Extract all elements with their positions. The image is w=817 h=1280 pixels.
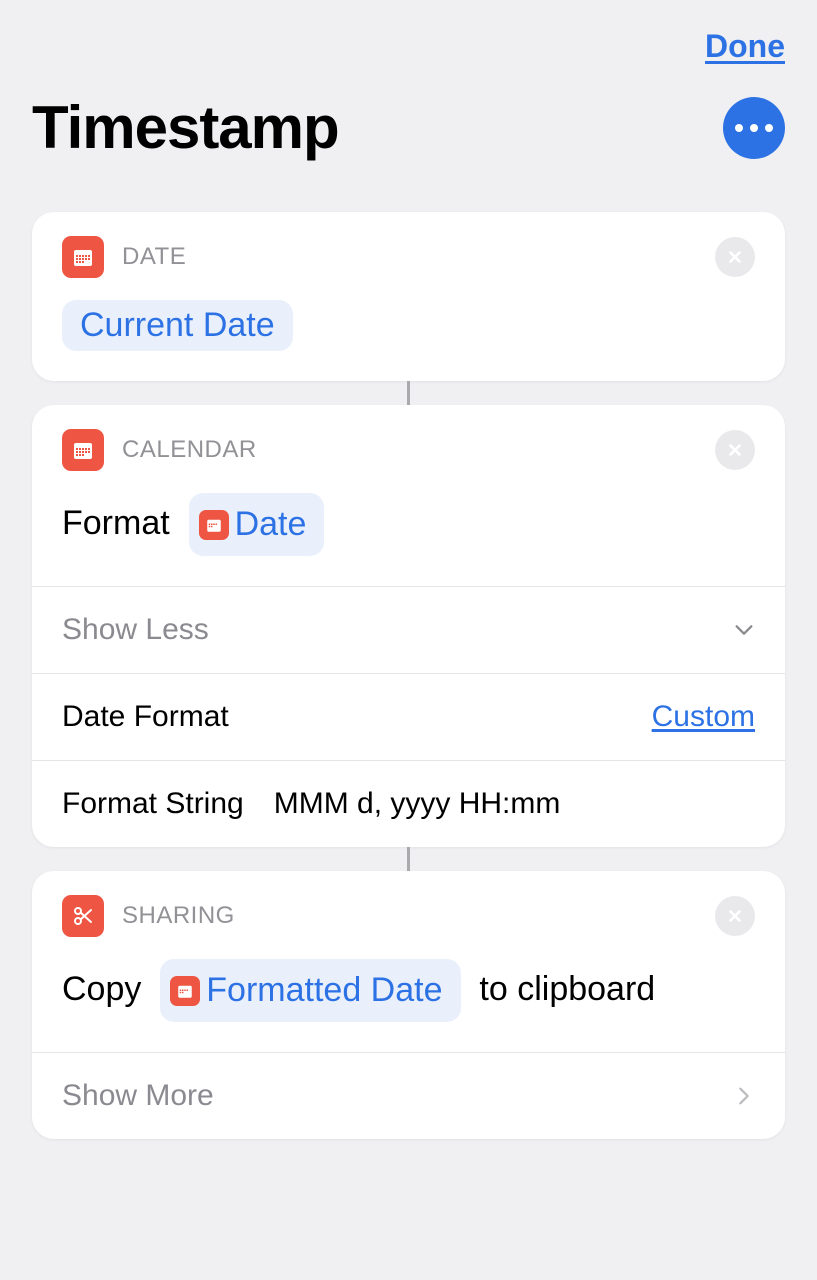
connector-line [407, 847, 410, 871]
action-card-date: DATE Current Date [32, 212, 785, 381]
date-format-row[interactable]: Date Format Custom [32, 673, 785, 760]
remove-action-button[interactable] [715, 237, 755, 277]
action-description: Copy Formatted Date to clipboard [62, 970, 655, 1008]
show-more-row[interactable]: Show More [32, 1052, 785, 1139]
action-card-calendar: CALENDAR Format Date [32, 405, 785, 847]
category-label: CALENDAR [122, 436, 697, 464]
chevron-right-icon [733, 1085, 755, 1107]
action-suffix: to clipboard [479, 970, 655, 1008]
show-less-row[interactable]: Show Less [32, 586, 785, 673]
expand-label: Show More [62, 1079, 214, 1113]
format-string-row[interactable]: Format String MMM d, yyyy HH:mm [32, 760, 785, 847]
expand-label: Show Less [62, 613, 209, 647]
category-label: SHARING [122, 902, 697, 930]
date-format-label: Date Format [62, 700, 229, 734]
format-string-label: Format String [62, 787, 244, 821]
variable-token-current-date[interactable]: Current Date [62, 300, 293, 351]
action-prefix: Format [62, 504, 170, 542]
chevron-down-icon [733, 619, 755, 641]
variable-token-formatted-date[interactable]: Formatted Date [160, 959, 460, 1022]
date-format-value[interactable]: Custom [652, 700, 755, 734]
variable-token-date[interactable]: Date [189, 493, 325, 556]
action-description: Format Date [62, 504, 324, 542]
category-label: DATE [122, 243, 697, 271]
calendar-icon [199, 510, 229, 540]
token-label: Formatted Date [206, 965, 442, 1016]
remove-action-button[interactable] [715, 896, 755, 936]
action-card-sharing: SHARING Copy Formatted Date [32, 871, 785, 1139]
token-label: Date [235, 499, 307, 550]
calendar-icon [62, 236, 104, 278]
calendar-icon [62, 429, 104, 471]
connector-line [407, 381, 410, 405]
calendar-icon [170, 976, 200, 1006]
remove-action-button[interactable] [715, 430, 755, 470]
more-button[interactable] [723, 97, 785, 159]
format-string-value[interactable]: MMM d, yyyy HH:mm [274, 787, 561, 821]
scissors-icon [62, 895, 104, 937]
done-button[interactable]: Done [705, 28, 785, 65]
action-prefix: Copy [62, 970, 141, 1008]
page-title: Timestamp [32, 93, 339, 162]
